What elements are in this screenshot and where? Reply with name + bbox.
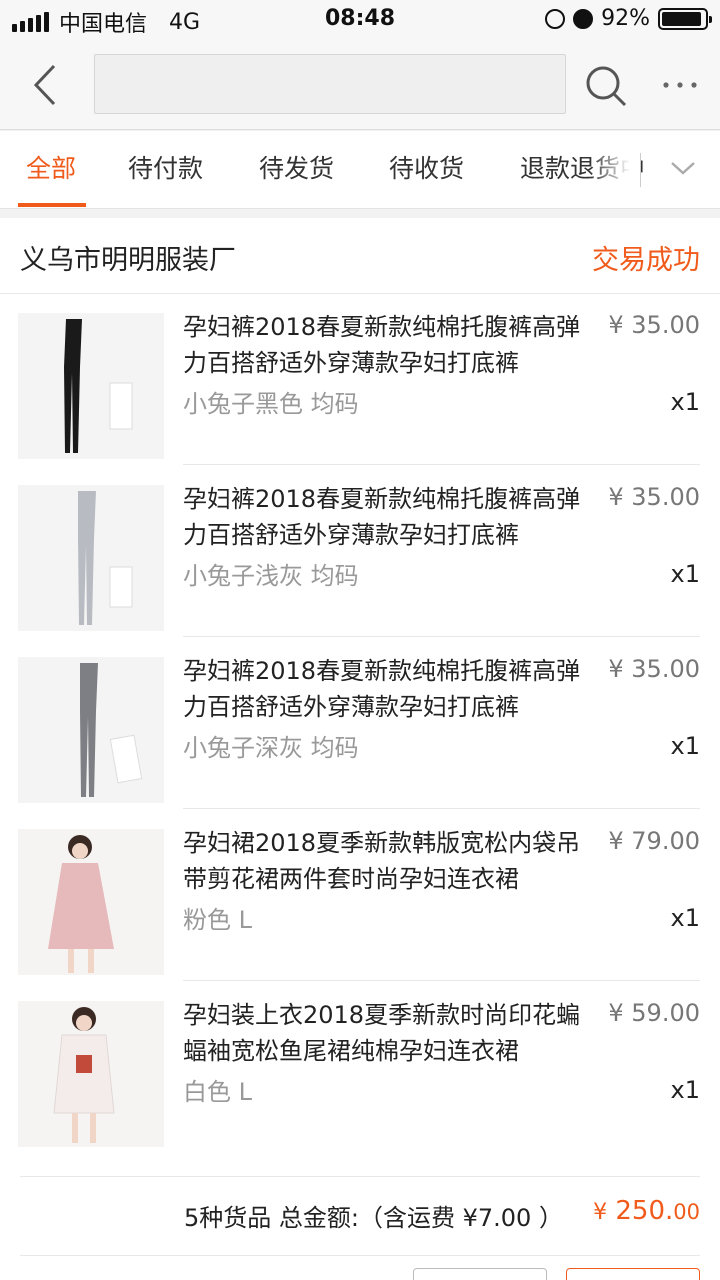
order-item[interactable]: 孕妇裙2018夏季新款韩版宽松内袋吊带剪花裙两件套时尚孕妇连衣裙 粉色 L ¥ … xyxy=(0,809,720,981)
tab-fade xyxy=(590,141,640,197)
product-image xyxy=(18,657,164,803)
product-price: ¥ 35.00 xyxy=(608,483,700,511)
product-image xyxy=(18,313,164,459)
more-icon[interactable] xyxy=(660,70,700,100)
product-title: 孕妇裤2018春夏新款纯棉托腹裤高弹力百搭舒适外穿薄款孕妇打底裤 xyxy=(183,313,581,377)
order-card[interactable]: 义乌市明明服装厂 交易成功 孕妇裤2018春夏新款纯棉托腹裤高弹力百搭舒适外穿薄… xyxy=(0,218,720,1280)
product-image xyxy=(18,1001,164,1147)
shop-name[interactable]: 义乌市明明服装厂 xyxy=(20,238,236,277)
battery-icon xyxy=(658,7,712,30)
product-quantity: x1 xyxy=(670,904,700,932)
product-quantity: x1 xyxy=(670,732,700,760)
active-tab-indicator xyxy=(18,203,86,207)
product-title: 孕妇裤2018春夏新款纯棉托腹裤高弹力百搭舒适外穿薄款孕妇打底裤 xyxy=(183,485,581,549)
order-total: ¥ 250.00 xyxy=(593,1196,700,1226)
rotation-lock-icon xyxy=(545,8,566,29)
product-spec: 小兔子深灰 均码 xyxy=(183,734,359,762)
product-quantity: x1 xyxy=(670,1076,700,1104)
product-price: ¥ 79.00 xyxy=(608,827,700,855)
product-title: 孕妇裙2018夏季新款韩版宽松内袋吊带剪花裙两件套时尚孕妇连衣裙 xyxy=(183,829,581,893)
order-action-button[interactable] xyxy=(413,1268,547,1280)
product-title: 孕妇裤2018春夏新款纯棉托腹裤高弹力百搭舒适外穿薄款孕妇打底裤 xyxy=(183,657,581,721)
product-price: ¥ 35.00 xyxy=(608,655,700,683)
search-icon[interactable] xyxy=(584,64,628,108)
total-integer: 250. xyxy=(615,1196,674,1226)
order-status: 交易成功 xyxy=(592,245,700,276)
product-price: ¥ 59.00 xyxy=(608,999,700,1027)
order-item[interactable]: 孕妇裤2018春夏新款纯棉托腹裤高弹力百搭舒适外穿薄款孕妇打底裤 小兔子浅灰 均… xyxy=(0,465,720,637)
tab-pending-shipment[interactable]: 待发货 xyxy=(259,149,334,185)
order-tabs: 全部 待付款 待发货 待收货 退款退货中 xyxy=(0,131,720,209)
order-item[interactable]: 孕妇裤2018春夏新款纯棉托腹裤高弹力百搭舒适外穿薄款孕妇打底裤 小兔子深灰 均… xyxy=(0,637,720,809)
summary-text: 5种货品 总金额:（含运费 ¥7.00 ） xyxy=(184,1204,563,1232)
tab-pending-payment[interactable]: 待付款 xyxy=(128,149,203,185)
product-spec: 小兔子浅灰 均码 xyxy=(183,562,359,590)
product-spec: 粉色 L xyxy=(183,906,252,934)
product-image xyxy=(18,829,164,975)
product-title: 孕妇装上衣2018夏季新款时尚印花蝙蝠袖宽松鱼尾裙纯棉孕妇连衣裙 xyxy=(183,1001,581,1065)
nav-header xyxy=(0,40,720,130)
battery-percent: 92% xyxy=(601,6,650,31)
product-quantity: x1 xyxy=(670,388,700,416)
back-icon[interactable] xyxy=(26,62,66,108)
order-item[interactable]: 孕妇裤2018春夏新款纯棉托腹裤高弹力百搭舒适外穿薄款孕妇打底裤 小兔子黑色 均… xyxy=(0,293,720,465)
product-spec: 小兔子黑色 均码 xyxy=(183,390,359,418)
battery-fill xyxy=(662,11,701,26)
divider xyxy=(20,1255,700,1256)
order-item[interactable]: 孕妇装上衣2018夏季新款时尚印花蝙蝠袖宽松鱼尾裙纯棉孕妇连衣裙 白色 L ¥ … xyxy=(0,981,720,1153)
product-price: ¥ 35.00 xyxy=(608,311,700,339)
alarm-icon xyxy=(573,8,594,29)
tab-pending-receipt[interactable]: 待收货 xyxy=(389,149,464,185)
order-primary-button[interactable] xyxy=(566,1268,700,1280)
tab-all[interactable]: 全部 xyxy=(26,149,76,185)
search-input[interactable] xyxy=(94,54,566,114)
status-bar: 中国电信 4G 08:48 92% xyxy=(0,0,720,40)
product-image xyxy=(18,485,164,631)
order-summary: 5种货品 总金额:（含运费 ¥7.00 ） ¥ 250.00 xyxy=(0,1176,720,1256)
status-right: 92% xyxy=(545,6,712,31)
divider xyxy=(20,1176,700,1177)
total-currency: ¥ xyxy=(593,1200,608,1225)
chevron-down-icon[interactable] xyxy=(668,157,698,179)
product-quantity: x1 xyxy=(670,560,700,588)
product-spec: 白色 L xyxy=(183,1078,252,1106)
total-decimal: 00 xyxy=(673,1200,700,1224)
tab-divider xyxy=(640,153,641,187)
